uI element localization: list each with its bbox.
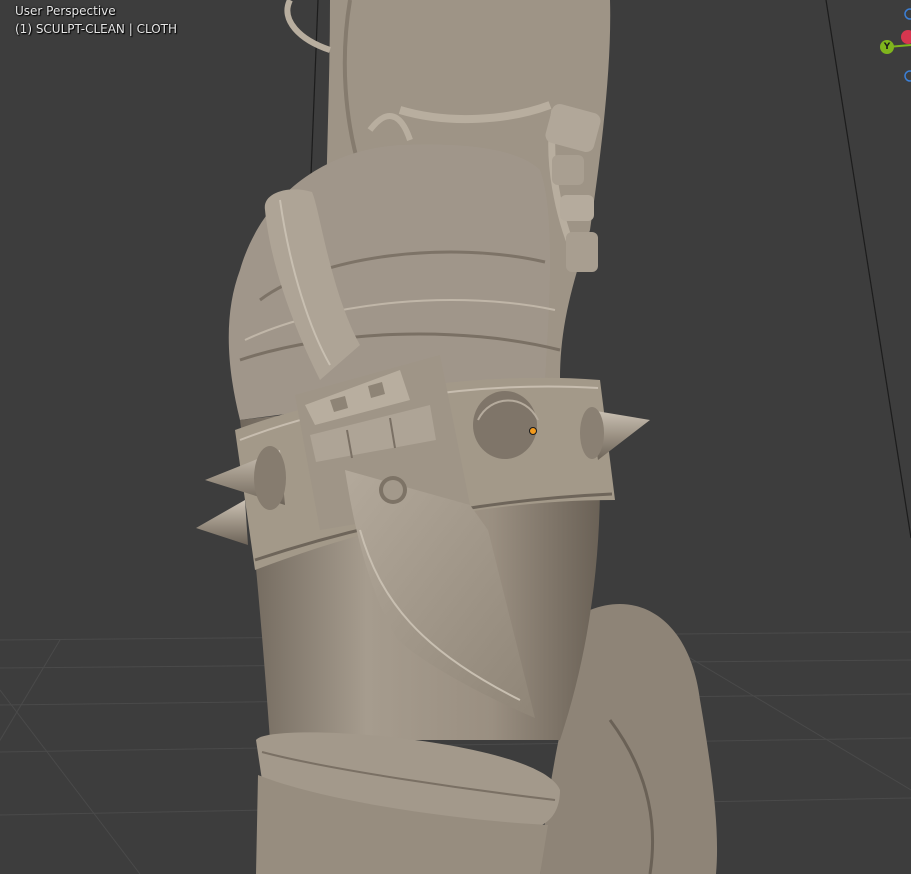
object-info-label: (1) SCULPT-CLEAN | CLOTH — [15, 22, 178, 36]
z-axis-icon — [904, 70, 911, 82]
3d-viewport[interactable]: User Perspective (1) SCULPT-CLEAN | CLOT… — [0, 0, 911, 874]
spike-left-lower — [196, 500, 248, 545]
knee-band — [256, 732, 560, 874]
sculpt-scene[interactable] — [0, 0, 911, 874]
y-axis-label[interactable]: Y — [880, 40, 894, 54]
z-axis-negative-icon — [904, 8, 911, 20]
x-axis-icon — [901, 30, 911, 44]
object-origin — [529, 427, 537, 435]
hair-strand — [284, 0, 331, 53]
view-name-label: User Perspective — [15, 4, 116, 18]
navigation-gizmo[interactable]: Y — [860, 0, 911, 90]
spike-right — [580, 407, 650, 460]
